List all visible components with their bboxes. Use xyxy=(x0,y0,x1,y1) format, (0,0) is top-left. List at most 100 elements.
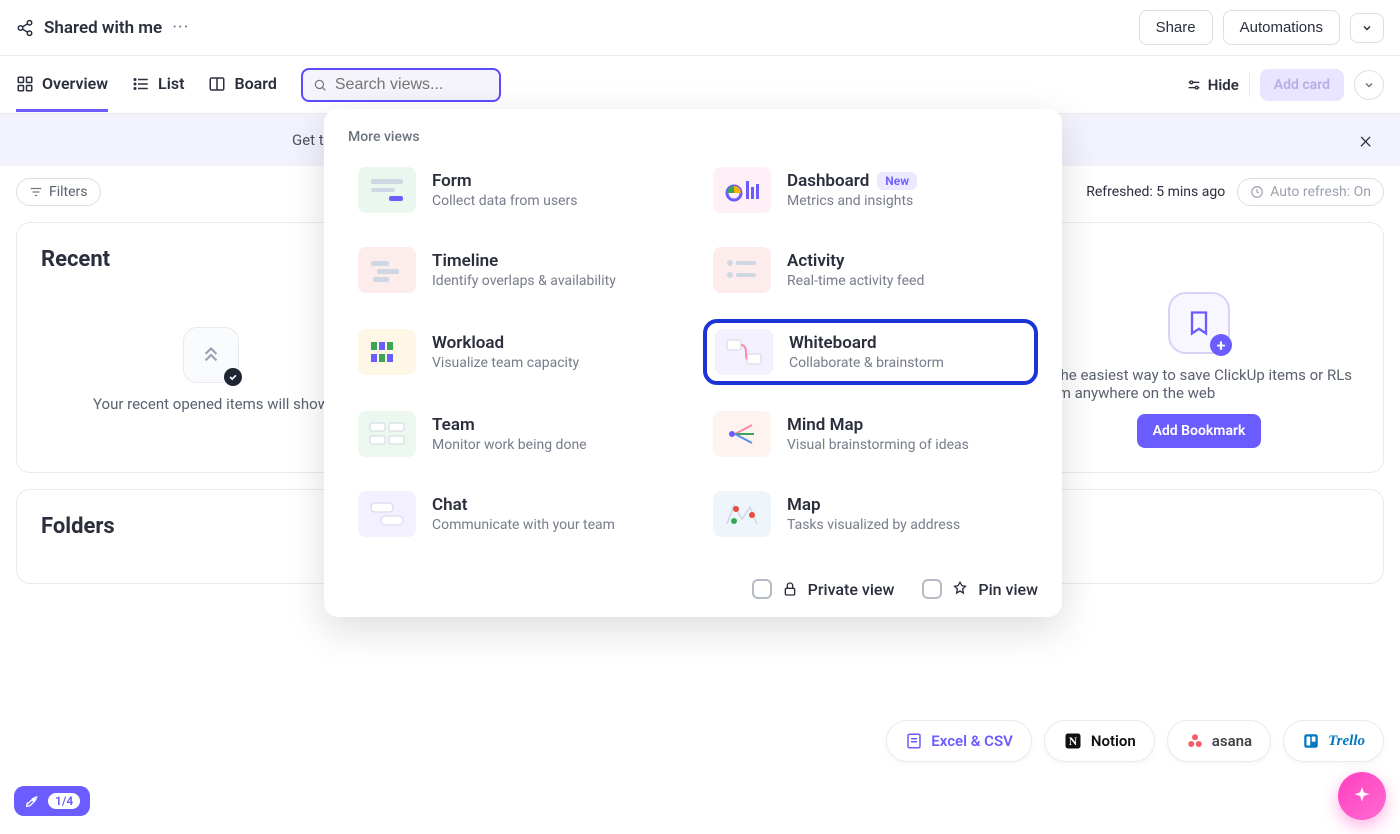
rocket-icon xyxy=(24,793,40,809)
integration-trello-label: Trello xyxy=(1328,733,1365,750)
view-desc: Tasks visualized by address xyxy=(787,517,960,533)
dropdown-footer: Private view Pin view xyxy=(348,565,1038,599)
view-desc: Real-time activity feed xyxy=(787,273,924,289)
automations-button[interactable]: Automations xyxy=(1223,10,1340,45)
tab-list[interactable]: List xyxy=(132,58,184,112)
views-grid: Form Collect data from users Dashboard N… xyxy=(348,159,1038,545)
view-title: Chat xyxy=(432,495,467,515)
auto-refresh-toggle[interactable]: Auto refresh: On xyxy=(1237,178,1384,206)
sparkle-icon xyxy=(1351,785,1373,807)
pin-icon xyxy=(952,581,968,597)
check-badge-icon xyxy=(224,368,242,386)
view-desc: Collaborate & brainstorm xyxy=(789,355,944,371)
banner-text: Get th xyxy=(28,131,332,149)
view-desc: Visual brainstorming of ideas xyxy=(787,437,969,453)
view-desc: Identify overlaps & availability xyxy=(432,273,616,289)
view-desc: Monitor work being done xyxy=(432,437,587,453)
add-card-dropdown[interactable] xyxy=(1354,70,1384,100)
add-card-button[interactable]: Add card xyxy=(1260,69,1344,101)
tabs-right: Hide Add card xyxy=(1186,69,1384,101)
more-views-dropdown: More views Form Collect data from users … xyxy=(324,109,1062,617)
hide-button[interactable]: Hide xyxy=(1186,76,1239,94)
trello-icon xyxy=(1302,732,1320,750)
private-view-label: Private view xyxy=(808,580,895,599)
pin-view-checkbox[interactable] xyxy=(922,579,942,599)
timeline-thumb xyxy=(358,247,416,293)
bookmark-text: re the easiest way to save ClickUp items… xyxy=(1039,366,1359,402)
topbar-left: Shared with me ··· xyxy=(16,17,189,38)
share-button[interactable]: Share xyxy=(1139,10,1213,45)
view-option-timeline[interactable]: Timeline Identify overlaps & availabilit… xyxy=(348,239,683,301)
more-menu-icon[interactable]: ··· xyxy=(172,17,189,38)
svg-text:N: N xyxy=(1069,735,1078,748)
form-thumb xyxy=(358,167,416,213)
private-view-option[interactable]: Private view xyxy=(752,579,895,599)
view-option-activity[interactable]: Activity Real-time activity feed xyxy=(703,239,1038,301)
add-bookmark-button[interactable]: Add Bookmark xyxy=(1137,414,1262,448)
integration-excel-label: Excel & CSV xyxy=(931,732,1013,750)
auto-refresh-label: Auto refresh: On xyxy=(1270,184,1371,200)
new-badge: New xyxy=(877,172,917,190)
filters-button[interactable]: Filters xyxy=(16,178,101,206)
mindmap-thumb xyxy=(713,411,771,457)
private-view-checkbox[interactable] xyxy=(752,579,772,599)
view-option-map[interactable]: Map Tasks visualized by address xyxy=(703,483,1038,545)
view-option-form[interactable]: Form Collect data from users xyxy=(348,159,683,221)
chevron-down-icon xyxy=(1363,79,1375,91)
view-desc: Visualize team capacity xyxy=(432,355,579,371)
view-title: Form xyxy=(432,171,472,191)
integration-notion-label: Notion xyxy=(1091,732,1136,750)
map-thumb xyxy=(713,491,771,537)
view-option-mindmap[interactable]: Mind Map Visual brainstorming of ideas xyxy=(703,403,1038,465)
integration-asana[interactable]: asana xyxy=(1167,720,1271,762)
refreshed-label: Refreshed: 5 mins ago xyxy=(1086,184,1225,200)
sliders-icon xyxy=(1186,77,1202,93)
view-title: Whiteboard xyxy=(789,333,877,353)
pin-view-option[interactable]: Pin view xyxy=(922,579,1038,599)
share-network-icon xyxy=(16,19,34,37)
view-desc: Collect data from users xyxy=(432,193,577,209)
view-option-whiteboard[interactable]: Whiteboard Collaborate & brainstorm xyxy=(703,319,1038,385)
recent-empty-text: Your recent opened items will show xyxy=(93,395,329,413)
chevron-down-icon xyxy=(1361,22,1373,34)
team-thumb xyxy=(358,411,416,457)
view-option-workload[interactable]: Workload Visualize team capacity xyxy=(348,319,683,385)
divider xyxy=(1249,73,1250,97)
integration-notion[interactable]: N Notion xyxy=(1044,720,1155,762)
hide-label: Hide xyxy=(1208,76,1239,94)
integration-trello[interactable]: Trello xyxy=(1283,720,1384,762)
view-option-chat[interactable]: Chat Communicate with your team xyxy=(348,483,683,545)
tab-overview-label: Overview xyxy=(42,74,108,93)
onboarding-pill[interactable]: 1/4 xyxy=(14,786,90,816)
views-tabs-bar: Overview List Board Hide Add card xyxy=(0,56,1400,114)
ai-fab-button[interactable] xyxy=(1338,772,1386,820)
file-icon xyxy=(905,732,923,750)
banner-close-icon[interactable]: × xyxy=(1359,126,1372,154)
workload-thumb xyxy=(358,329,416,375)
view-title: Map xyxy=(787,495,821,515)
tab-board[interactable]: Board xyxy=(208,58,276,112)
view-desc: Communicate with your team xyxy=(432,517,615,533)
automations-dropdown[interactable] xyxy=(1350,13,1384,43)
view-title: Team xyxy=(432,415,475,435)
search-icon xyxy=(313,77,327,93)
board-icon xyxy=(208,75,226,93)
onboarding-count: 1/4 xyxy=(48,793,80,809)
integration-excel[interactable]: Excel & CSV xyxy=(886,720,1032,762)
filter-right: Refreshed: 5 mins ago Auto refresh: On xyxy=(1086,178,1384,206)
asana-icon xyxy=(1186,732,1204,750)
clock-icon xyxy=(1250,185,1264,199)
tab-board-label: Board xyxy=(234,74,276,93)
search-views-input[interactable] xyxy=(335,76,489,94)
search-views-input-wrap[interactable] xyxy=(301,68,501,102)
view-option-team[interactable]: Team Monitor work being done xyxy=(348,403,683,465)
plus-badge-icon: + xyxy=(1210,334,1232,356)
activity-thumb xyxy=(713,247,771,293)
integration-strip: Excel & CSV N Notion asana Trello xyxy=(886,720,1384,762)
view-title: Dashboard xyxy=(787,171,869,191)
view-option-dashboard[interactable]: Dashboard New Metrics and insights xyxy=(703,159,1038,221)
tab-overview[interactable]: Overview xyxy=(16,58,108,112)
filter-icon xyxy=(29,185,43,199)
bookmark-hero-icon: + xyxy=(1168,292,1230,354)
bookmarks-promo: + re the easiest way to save ClickUp ite… xyxy=(1039,292,1359,448)
